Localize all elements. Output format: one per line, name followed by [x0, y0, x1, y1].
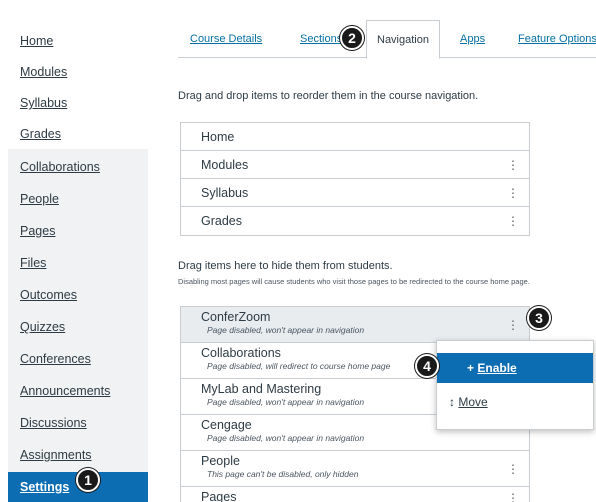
sidebar-item-discussions[interactable]: Discussions	[8, 408, 148, 438]
sidebar-item-people[interactable]: People	[8, 184, 148, 214]
nav-item-label: Grades	[201, 214, 242, 228]
move-label: Move	[458, 395, 488, 409]
sidebar-item-label: Collaborations	[20, 160, 100, 174]
hidden-item-people[interactable]: People This page can't be disabled, only…	[181, 451, 529, 487]
sidebar-item-label: Outcomes	[20, 288, 77, 302]
sidebar-item-announcements[interactable]: Announcements	[8, 376, 148, 406]
enable-label: Enable	[477, 361, 517, 375]
sidebar-item-quizzes[interactable]: Quizzes	[8, 312, 148, 342]
nav-item-label: Modules	[201, 158, 249, 172]
sidebar-item-label: People	[20, 192, 59, 206]
sidebar-item-pages[interactable]: Pages	[8, 216, 148, 246]
kebab-menu-icon[interactable]: ⋮	[507, 307, 519, 343]
tab-sections[interactable]: Sections	[300, 20, 342, 58]
hidden-item-conferzoom[interactable]: ConferZoom Page disabled, won't appear i…	[181, 307, 529, 343]
hide-section-title: Drag items here to hide them from studen…	[178, 260, 393, 272]
sidebar-item-collaborations[interactable]: Collaborations	[8, 152, 148, 182]
kebab-menu-icon[interactable]: ⋮	[507, 179, 519, 207]
sidebar-item-conferences[interactable]: Conferences	[8, 344, 148, 374]
sidebar-item-label: Pages	[20, 224, 56, 238]
step-badge-1: 1	[76, 468, 100, 492]
hidden-item-label: ConferZoom	[201, 310, 271, 324]
nav-item-label: Home	[201, 130, 235, 144]
hide-section-note: Disabling most pages will cause students…	[178, 277, 530, 286]
sidebar-item-label: Assignments	[20, 448, 92, 462]
sidebar-item-label: Syllabus	[20, 96, 68, 110]
hidden-item-pages[interactable]: Pages ⋮	[181, 487, 529, 502]
enabled-nav-list: Home Modules ⋮ Syllabus ⋮ Grades ⋮	[180, 122, 530, 236]
sidebar-item-modules[interactable]: Modules	[8, 57, 148, 87]
sidebar-item-label: Home	[20, 34, 54, 48]
settings-tabs: Course Details Sections Navigation Apps …	[178, 20, 596, 59]
kebab-menu-icon[interactable]: ⋮	[507, 207, 519, 235]
plus-icon: +	[467, 361, 475, 375]
sidebar-item-label: Settings	[20, 480, 70, 494]
tab-navigation[interactable]: Navigation	[366, 20, 440, 59]
nav-item-home[interactable]: Home	[181, 123, 529, 151]
item-options-menu: + Enable ↕ Move	[436, 340, 594, 430]
sidebar-item-syllabus[interactable]: Syllabus	[8, 88, 148, 118]
sidebar-item-grades[interactable]: Grades	[8, 119, 148, 149]
hidden-item-status: Page disabled, won't appear in navigatio…	[207, 325, 365, 335]
course-sidebar: Home Modules Syllabus Grades Collaborati…	[8, 0, 148, 502]
nav-item-modules[interactable]: Modules ⋮	[181, 151, 529, 179]
sidebar-item-files[interactable]: Files	[8, 248, 148, 278]
kebab-menu-icon[interactable]: ⋮	[507, 487, 519, 502]
sidebar-item-label: Grades	[20, 127, 61, 141]
hidden-item-status: This page can't be disabled, only hidden	[207, 469, 359, 479]
step-badge-2: 2	[340, 26, 364, 50]
navigation-instructions: Drag and drop items to reorder them in t…	[178, 90, 479, 102]
sidebar-item-label: Announcements	[20, 384, 111, 398]
hidden-item-label: People	[201, 454, 240, 468]
sidebar-item-label: Quizzes	[20, 320, 66, 334]
sidebar-item-label: Discussions	[20, 416, 87, 430]
nav-item-grades[interactable]: Grades ⋮	[181, 207, 529, 235]
sidebar-item-assignments[interactable]: Assignments	[8, 440, 148, 470]
tab-apps[interactable]: Apps	[460, 20, 485, 58]
sidebar-item-home[interactable]: Home	[8, 26, 148, 56]
sidebar-item-label: Files	[20, 256, 47, 270]
sidebar-item-label: Conferences	[20, 352, 91, 366]
sidebar-item-outcomes[interactable]: Outcomes	[8, 280, 148, 310]
tab-feature-options[interactable]: Feature Options	[518, 20, 596, 58]
kebab-menu-icon[interactable]: ⋮	[507, 451, 519, 487]
updown-arrow-icon: ↕	[449, 395, 455, 409]
kebab-menu-icon[interactable]: ⋮	[507, 151, 519, 179]
move-menu-item[interactable]: ↕ Move	[437, 387, 593, 417]
tab-course-details[interactable]: Course Details	[190, 20, 262, 58]
nav-item-syllabus[interactable]: Syllabus ⋮	[181, 179, 529, 207]
step-badge-4: 4	[415, 354, 439, 378]
nav-item-label: Syllabus	[201, 186, 249, 200]
hidden-item-label: Pages	[201, 490, 237, 502]
step-badge-3: 3	[527, 306, 551, 330]
enable-menu-item[interactable]: + Enable	[437, 353, 593, 383]
hidden-item-status: Page disabled, won't appear in navigatio…	[207, 433, 365, 443]
sidebar-item-label: Modules	[20, 65, 68, 79]
